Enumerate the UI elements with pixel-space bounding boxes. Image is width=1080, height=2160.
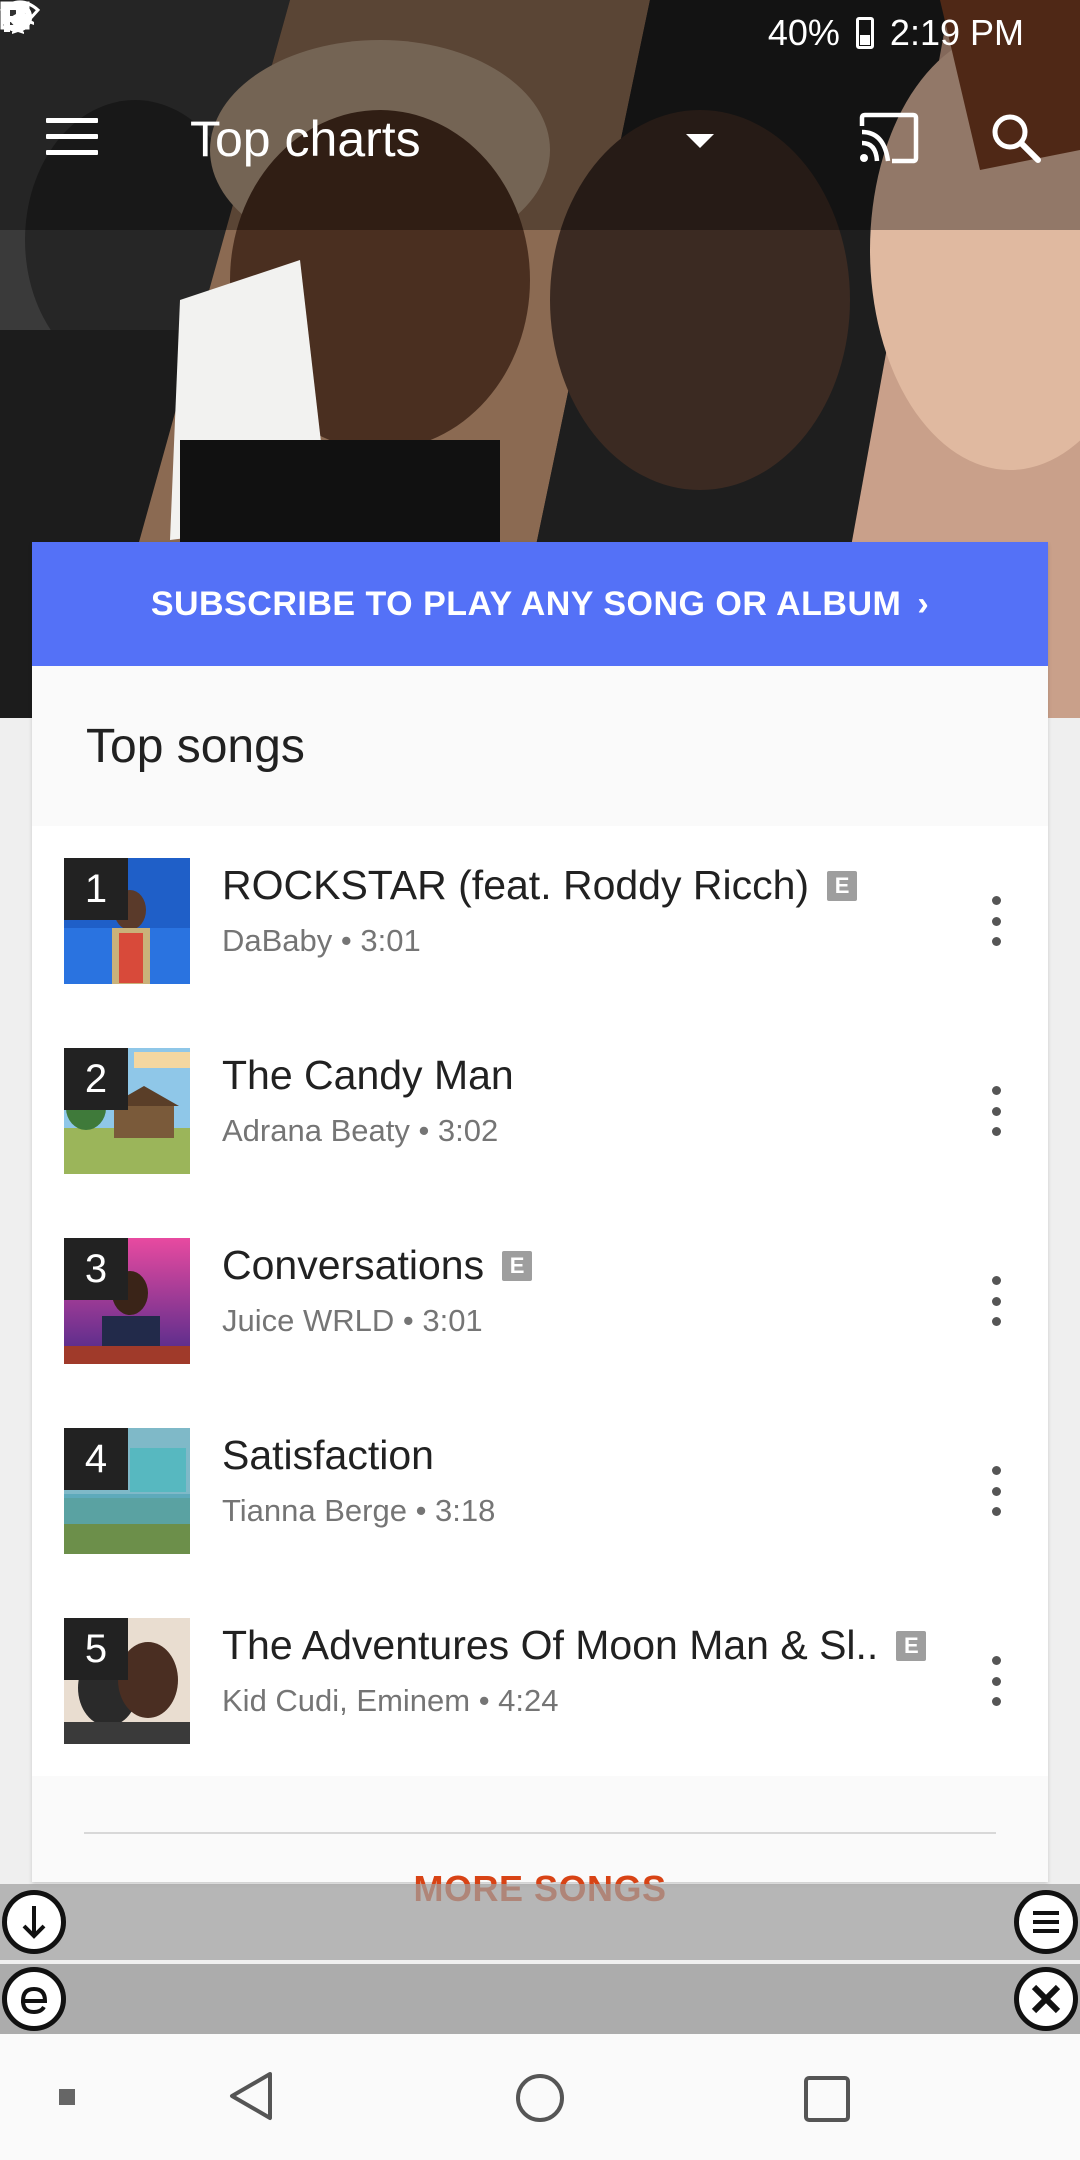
chevron-right-icon: › — [917, 584, 930, 623]
app-icon — [2, 2, 190, 50]
song-title: Satisfaction — [222, 1432, 434, 1478]
more-options-icon[interactable] — [984, 1466, 1008, 1516]
more-options-icon[interactable] — [984, 1656, 1008, 1706]
song-title: The Candy Man — [222, 1052, 514, 1098]
top-songs-card: SUBSCRIBE TO PLAY ANY SONG OR ALBUM › To… — [32, 542, 1048, 1909]
song-subtitle: DaBaby • 3:01 — [222, 923, 421, 958]
system-nav-bar — [0, 2034, 1080, 2160]
rank-number: 3 — [64, 1238, 128, 1300]
image-icon — [0, 1, 90, 50]
rank-number: 5 — [64, 1618, 128, 1680]
cast-icon[interactable] — [858, 112, 920, 164]
song-row[interactable]: 4 Satisfaction Tianna Berge • 3:18 — [32, 1396, 1048, 1586]
song-subtitle: Kid Cudi, Eminem • 4:24 — [222, 1683, 559, 1718]
subscribe-banner-button[interactable]: SUBSCRIBE TO PLAY ANY SONG OR ALBUM › — [32, 542, 1048, 666]
overlay-bar-top — [0, 1884, 1080, 1960]
app-bar: Top charts — [0, 90, 1080, 190]
song-subtitle: Tianna Berge • 3:18 — [222, 1493, 496, 1528]
song-title: Conversations — [222, 1242, 485, 1288]
song-title: ROCKSTAR (feat. Roddy Ricch) — [222, 862, 810, 908]
app-icon — [2, 2, 240, 50]
song-subtitle: Juice WRLD • 3:01 — [222, 1303, 483, 1338]
more-options-icon[interactable] — [984, 896, 1008, 946]
song-row[interactable]: 2 The Candy Man Adrana Beaty • 3:02 — [32, 1016, 1048, 1206]
pinwheel-icon — [2, 2, 140, 50]
rank-number: 2 — [64, 1048, 128, 1110]
status-bar: 40% 2:19 PM — [0, 0, 1080, 66]
song-row[interactable]: 1 ROCKSTAR (feat. Roddy Ricch) E DaBaby … — [32, 826, 1048, 1016]
album-art: 1 — [64, 858, 190, 984]
e-icon[interactable] — [2, 1967, 66, 2031]
song-row[interactable]: 3 Conversations E Juice WRLD • 3:01 — [32, 1206, 1048, 1396]
rank-number: 1 — [64, 858, 128, 920]
song-subtitle: Adrana Beaty • 3:02 — [222, 1113, 499, 1148]
search-icon[interactable] — [990, 112, 1042, 164]
song-title: The Adventures Of Moon Man & Sl.. — [222, 1622, 879, 1668]
list-icon[interactable] — [1014, 1890, 1078, 1954]
page-title: Top charts — [190, 111, 421, 167]
status-icons-right: 40% 2:19 PM — [0, 0, 1024, 54]
scroll-down-icon[interactable] — [2, 1890, 66, 1954]
album-art: 3 — [64, 1238, 190, 1364]
more-options-icon[interactable] — [984, 1276, 1008, 1326]
close-icon[interactable] — [1014, 1967, 1078, 2031]
clock: 2:19 PM — [889, 12, 1024, 53]
overlay-bar-bottom — [0, 1964, 1080, 2034]
album-art: 2 — [64, 1048, 190, 1174]
song-list: 1 ROCKSTAR (feat. Roddy Ricch) E DaBaby … — [32, 826, 1048, 1776]
battery-percent: 40% — [767, 12, 840, 53]
dropdown-icon[interactable] — [686, 134, 714, 148]
home-icon[interactable] — [514, 2072, 566, 2129]
usb-icon — [1, 3, 340, 50]
explicit-badge: E — [502, 1250, 533, 1281]
subscribe-label: SUBSCRIBE TO PLAY ANY SONG OR ALBUM — [150, 584, 902, 623]
album-art: 5 — [64, 1618, 190, 1744]
section-title: Top songs — [86, 719, 305, 773]
rank-number: 4 — [64, 1428, 128, 1490]
album-art: 4 — [64, 1428, 190, 1554]
dot-icon[interactable] — [58, 2088, 76, 2111]
status-icons-left — [0, 1, 390, 50]
back-icon[interactable] — [226, 2070, 276, 2127]
p-icon — [4, 4, 390, 50]
explicit-badge: E — [827, 870, 858, 901]
calendar-icon — [0, 2, 290, 50]
menu-icon[interactable] — [46, 118, 98, 162]
explicit-badge: E — [896, 1630, 927, 1661]
song-row[interactable]: 5 The Adventures Of Moon Man & Sl.. E Ki… — [32, 1586, 1048, 1776]
divider — [84, 1832, 996, 1834]
battery-icon — [855, 17, 874, 49]
more-options-icon[interactable] — [984, 1086, 1008, 1136]
recents-icon[interactable] — [802, 2074, 852, 2129]
